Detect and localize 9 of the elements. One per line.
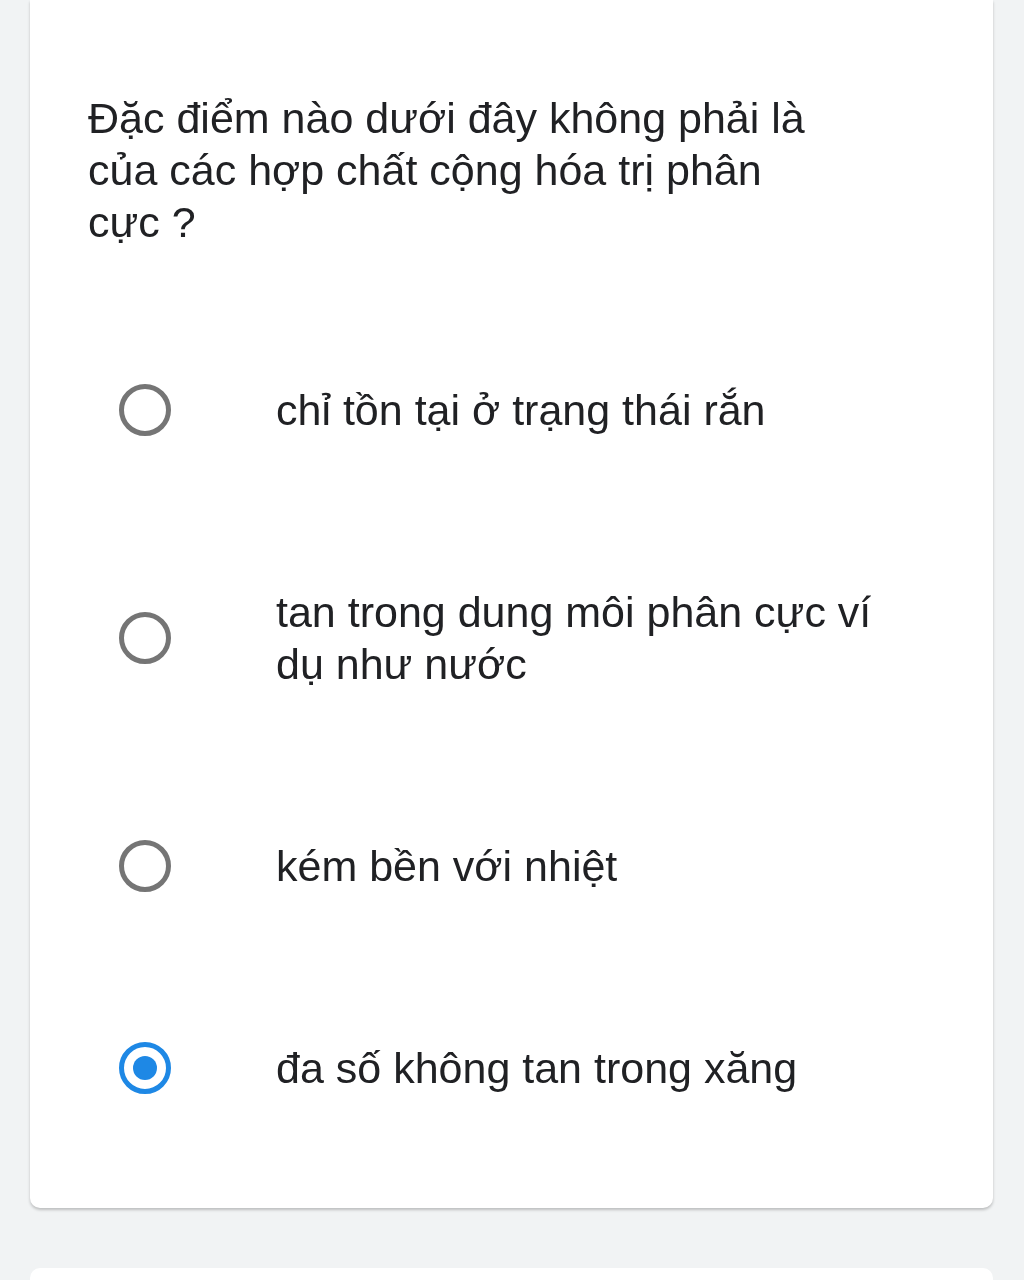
- question-text: Đặc điểm nào dưới đây không phải là của các hợp chất cộng hóa trị phân cực ?: [88, 93, 806, 248]
- radio-button[interactable]: [119, 840, 171, 892]
- option-label[interactable]: tan trong dung môi phân cực ví dụ như nước: [276, 586, 916, 690]
- radio-button[interactable]: [119, 612, 171, 664]
- option-label[interactable]: kém bền với nhiệt: [276, 840, 618, 892]
- option-label[interactable]: chỉ tồn tại ở trạng thái rắn: [276, 384, 766, 436]
- option-label[interactable]: đa số không tan trong xăng: [276, 1042, 798, 1094]
- radio-button[interactable]: [119, 384, 171, 436]
- radio-button[interactable]: [119, 1042, 171, 1094]
